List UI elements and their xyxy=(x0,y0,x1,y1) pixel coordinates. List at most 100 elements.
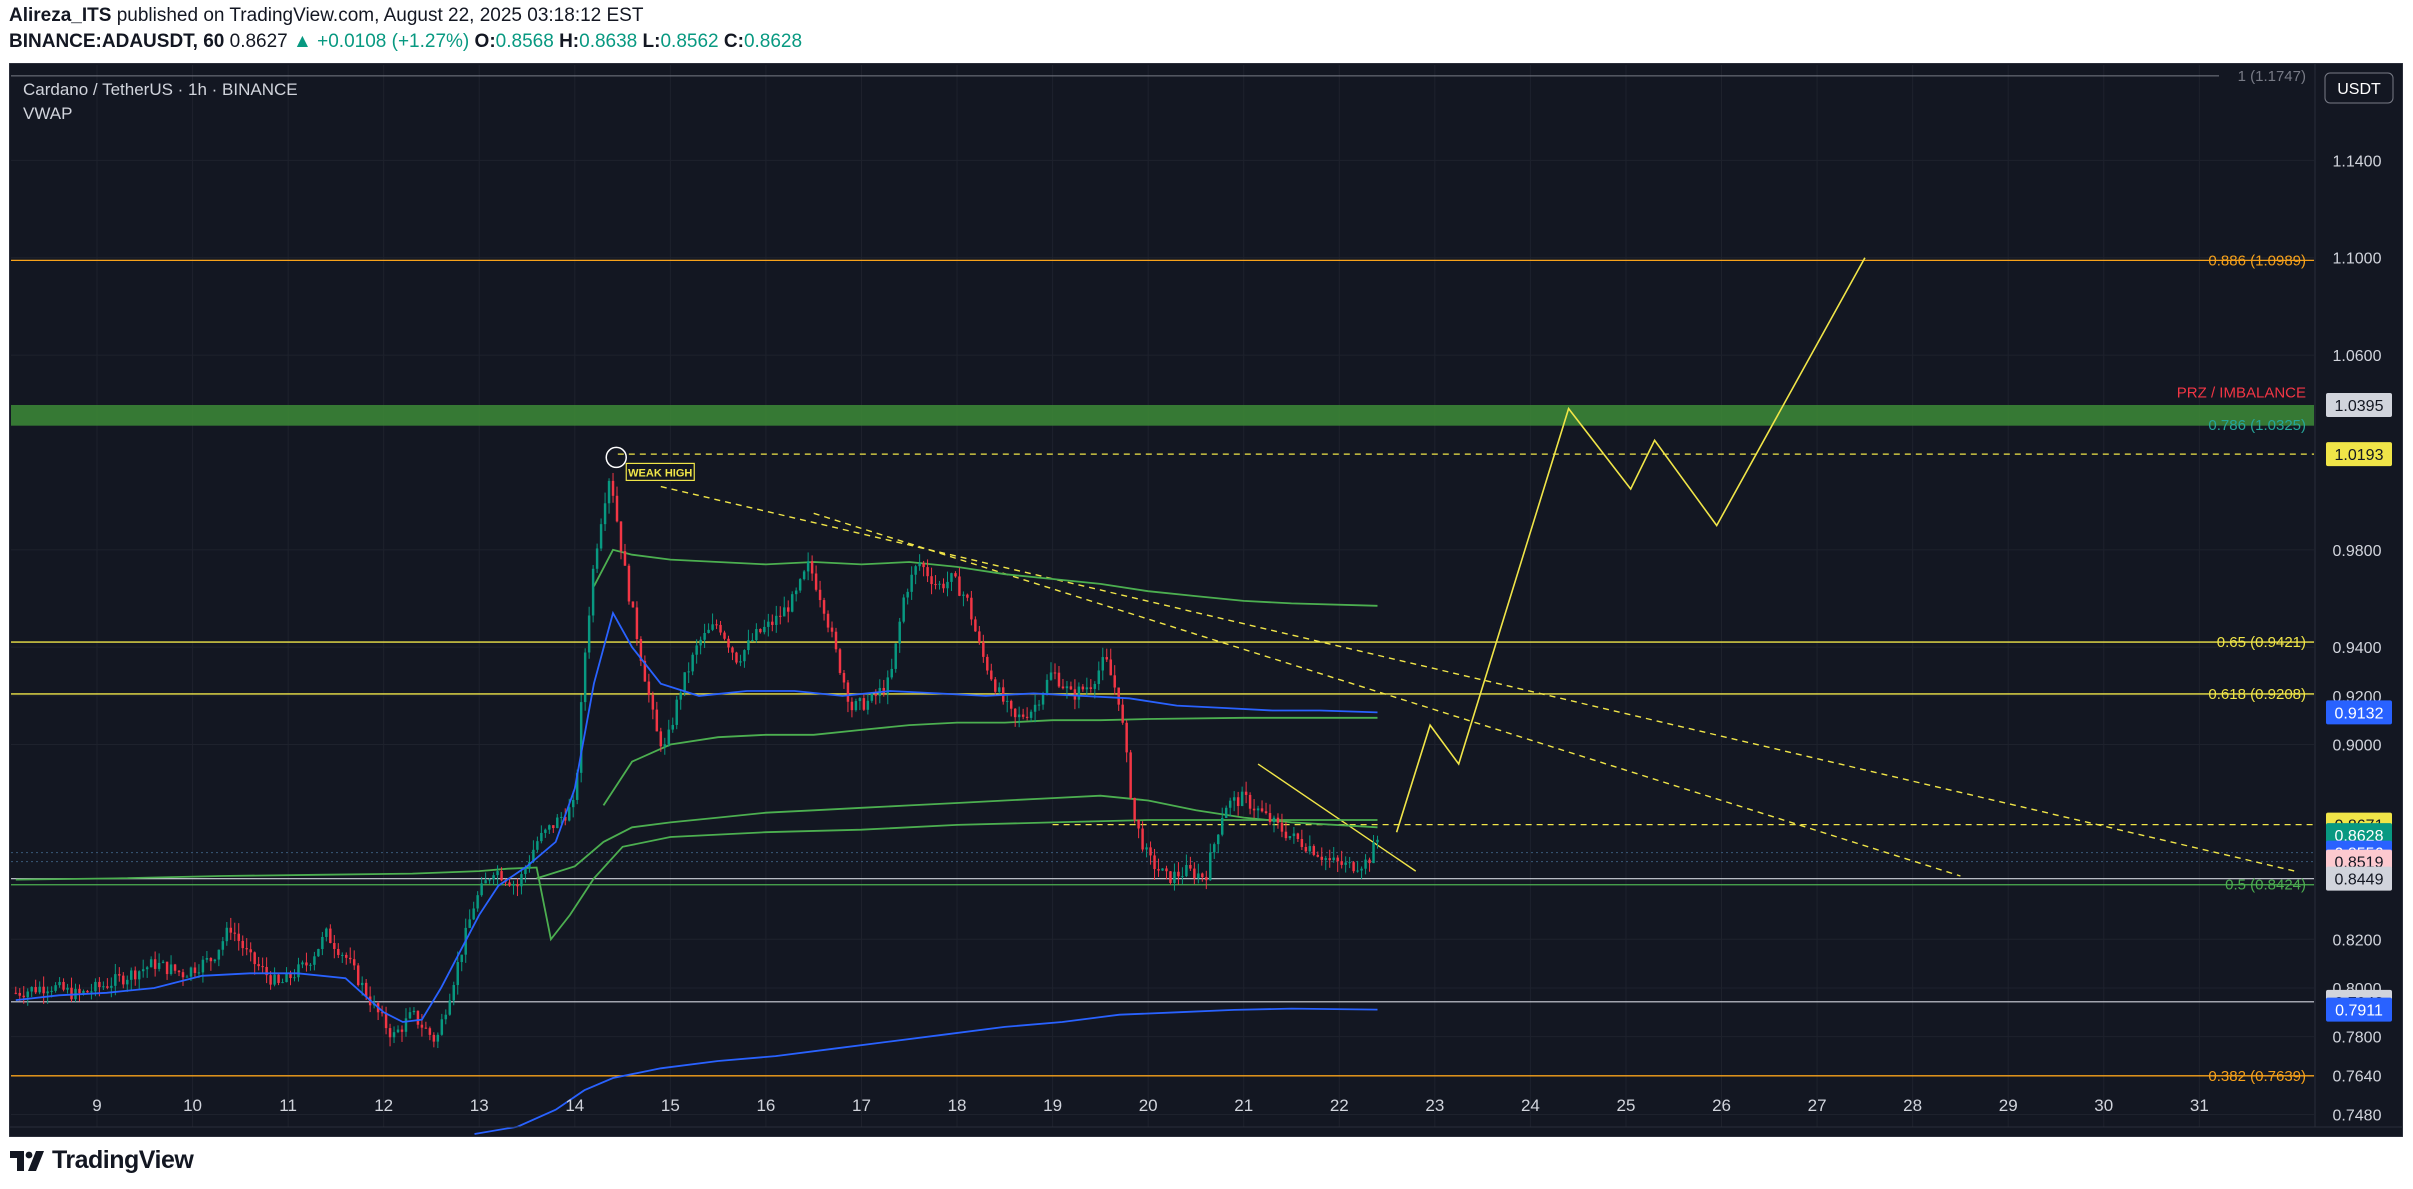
candle-body xyxy=(1244,791,1248,795)
candle-body xyxy=(305,962,308,966)
candle-body xyxy=(440,1019,444,1035)
candle-body xyxy=(659,731,663,747)
candle-body xyxy=(938,583,941,585)
candle-body xyxy=(1185,864,1188,877)
candle-body xyxy=(1197,873,1200,879)
candle-body xyxy=(149,959,153,968)
candle-body xyxy=(1161,868,1164,871)
candle-body xyxy=(1085,687,1089,690)
x-tick-label: 25 xyxy=(1617,1096,1636,1115)
candle-body xyxy=(516,884,519,887)
candle-body xyxy=(914,566,917,575)
candle-body xyxy=(1340,861,1343,865)
candle-body xyxy=(1232,797,1236,801)
candle-body xyxy=(110,985,113,988)
price-chart[interactable]: WEAK HIGH 0.886 (1.0989) PRZ / IMBALANCE 0.… xyxy=(9,63,2403,1137)
candle-body xyxy=(1356,870,1359,872)
candle-body xyxy=(520,874,523,887)
candle-body xyxy=(751,640,754,642)
candle-body xyxy=(98,981,101,988)
candle-body xyxy=(946,581,949,589)
candle-body xyxy=(1296,833,1300,839)
candle-body xyxy=(615,495,619,522)
candle-body xyxy=(1165,868,1168,872)
x-tick-label: 14 xyxy=(565,1096,584,1115)
candle-body xyxy=(631,601,635,608)
candle-body xyxy=(771,621,774,625)
candle-body xyxy=(333,943,336,949)
candle-body xyxy=(1025,716,1029,718)
fib-level-label: 1 (1.1747) xyxy=(2238,68,2306,85)
candle-body xyxy=(197,972,201,974)
candle-body xyxy=(759,629,762,633)
candle-body xyxy=(890,668,893,678)
candle-body xyxy=(448,1000,452,1015)
candle-body xyxy=(735,652,738,663)
candle-body xyxy=(1360,868,1363,871)
candle-body xyxy=(42,986,45,994)
publish-info: Alireza_ITS published on TradingView.com… xyxy=(9,5,643,27)
candle-body xyxy=(169,964,173,975)
high-label: H: xyxy=(559,31,580,52)
candle-body xyxy=(428,1028,432,1035)
candle-body xyxy=(802,571,806,580)
candle-body xyxy=(26,991,29,998)
candle-body xyxy=(165,961,169,975)
chart-legend-title: Cardano / TetherUS · 1h · BINANCE xyxy=(23,80,298,99)
candle-body xyxy=(22,995,25,998)
x-tick-label: 30 xyxy=(2094,1096,2113,1115)
x-tick-label: 9 xyxy=(92,1096,101,1115)
prz-zone xyxy=(11,404,2314,426)
candle-body xyxy=(950,573,953,582)
candle-body xyxy=(755,629,758,641)
candle-body xyxy=(723,632,726,639)
y-tick-label: 1.0600 xyxy=(2333,348,2382,365)
candle-body xyxy=(62,981,65,990)
candle-body xyxy=(830,627,834,632)
candle-body xyxy=(767,621,770,627)
author-name[interactable]: Alireza_ITS xyxy=(9,5,111,26)
candle-body xyxy=(1049,672,1053,680)
candle-body xyxy=(257,964,260,967)
candle-body xyxy=(794,590,798,595)
candle-body xyxy=(472,908,475,920)
candle-body xyxy=(1332,857,1335,861)
candle-body xyxy=(94,981,97,992)
high-value: 0.8638 xyxy=(579,31,638,52)
candle-body xyxy=(1173,871,1176,883)
candle-body xyxy=(337,948,340,955)
candle-body xyxy=(763,626,766,633)
candle-body xyxy=(1117,687,1120,705)
candle-body xyxy=(1284,831,1288,839)
low-value: 0.8562 xyxy=(660,31,719,52)
candle-body xyxy=(850,701,854,711)
candle-body xyxy=(942,583,945,589)
candle-body xyxy=(1121,704,1124,723)
candle-body xyxy=(488,879,491,881)
candle-body xyxy=(870,693,874,701)
candle-body xyxy=(145,967,149,970)
candle-body xyxy=(858,698,862,702)
candle-body xyxy=(317,949,320,957)
close-label: C: xyxy=(723,31,744,52)
candle-body xyxy=(273,974,276,985)
candle-body xyxy=(544,829,547,833)
indicator-label: VWAP xyxy=(23,104,72,123)
candle-body xyxy=(157,962,161,969)
candle-body xyxy=(603,503,607,525)
fib-level-label: 0.382 (0.7639) xyxy=(2208,1068,2306,1085)
candle-body xyxy=(341,954,344,956)
candle-body xyxy=(436,1034,440,1042)
candle-body xyxy=(241,940,244,949)
candle-body xyxy=(1252,808,1256,811)
candle-body xyxy=(456,962,459,986)
candle-body xyxy=(954,573,957,577)
candle-body xyxy=(1169,871,1172,883)
candle-body xyxy=(209,958,213,962)
candle-body xyxy=(731,647,734,653)
candle-body xyxy=(998,687,1001,692)
candle-body xyxy=(683,672,686,693)
candle-body xyxy=(400,1029,404,1032)
candle-body xyxy=(1081,686,1085,690)
candle-body xyxy=(1145,847,1148,850)
